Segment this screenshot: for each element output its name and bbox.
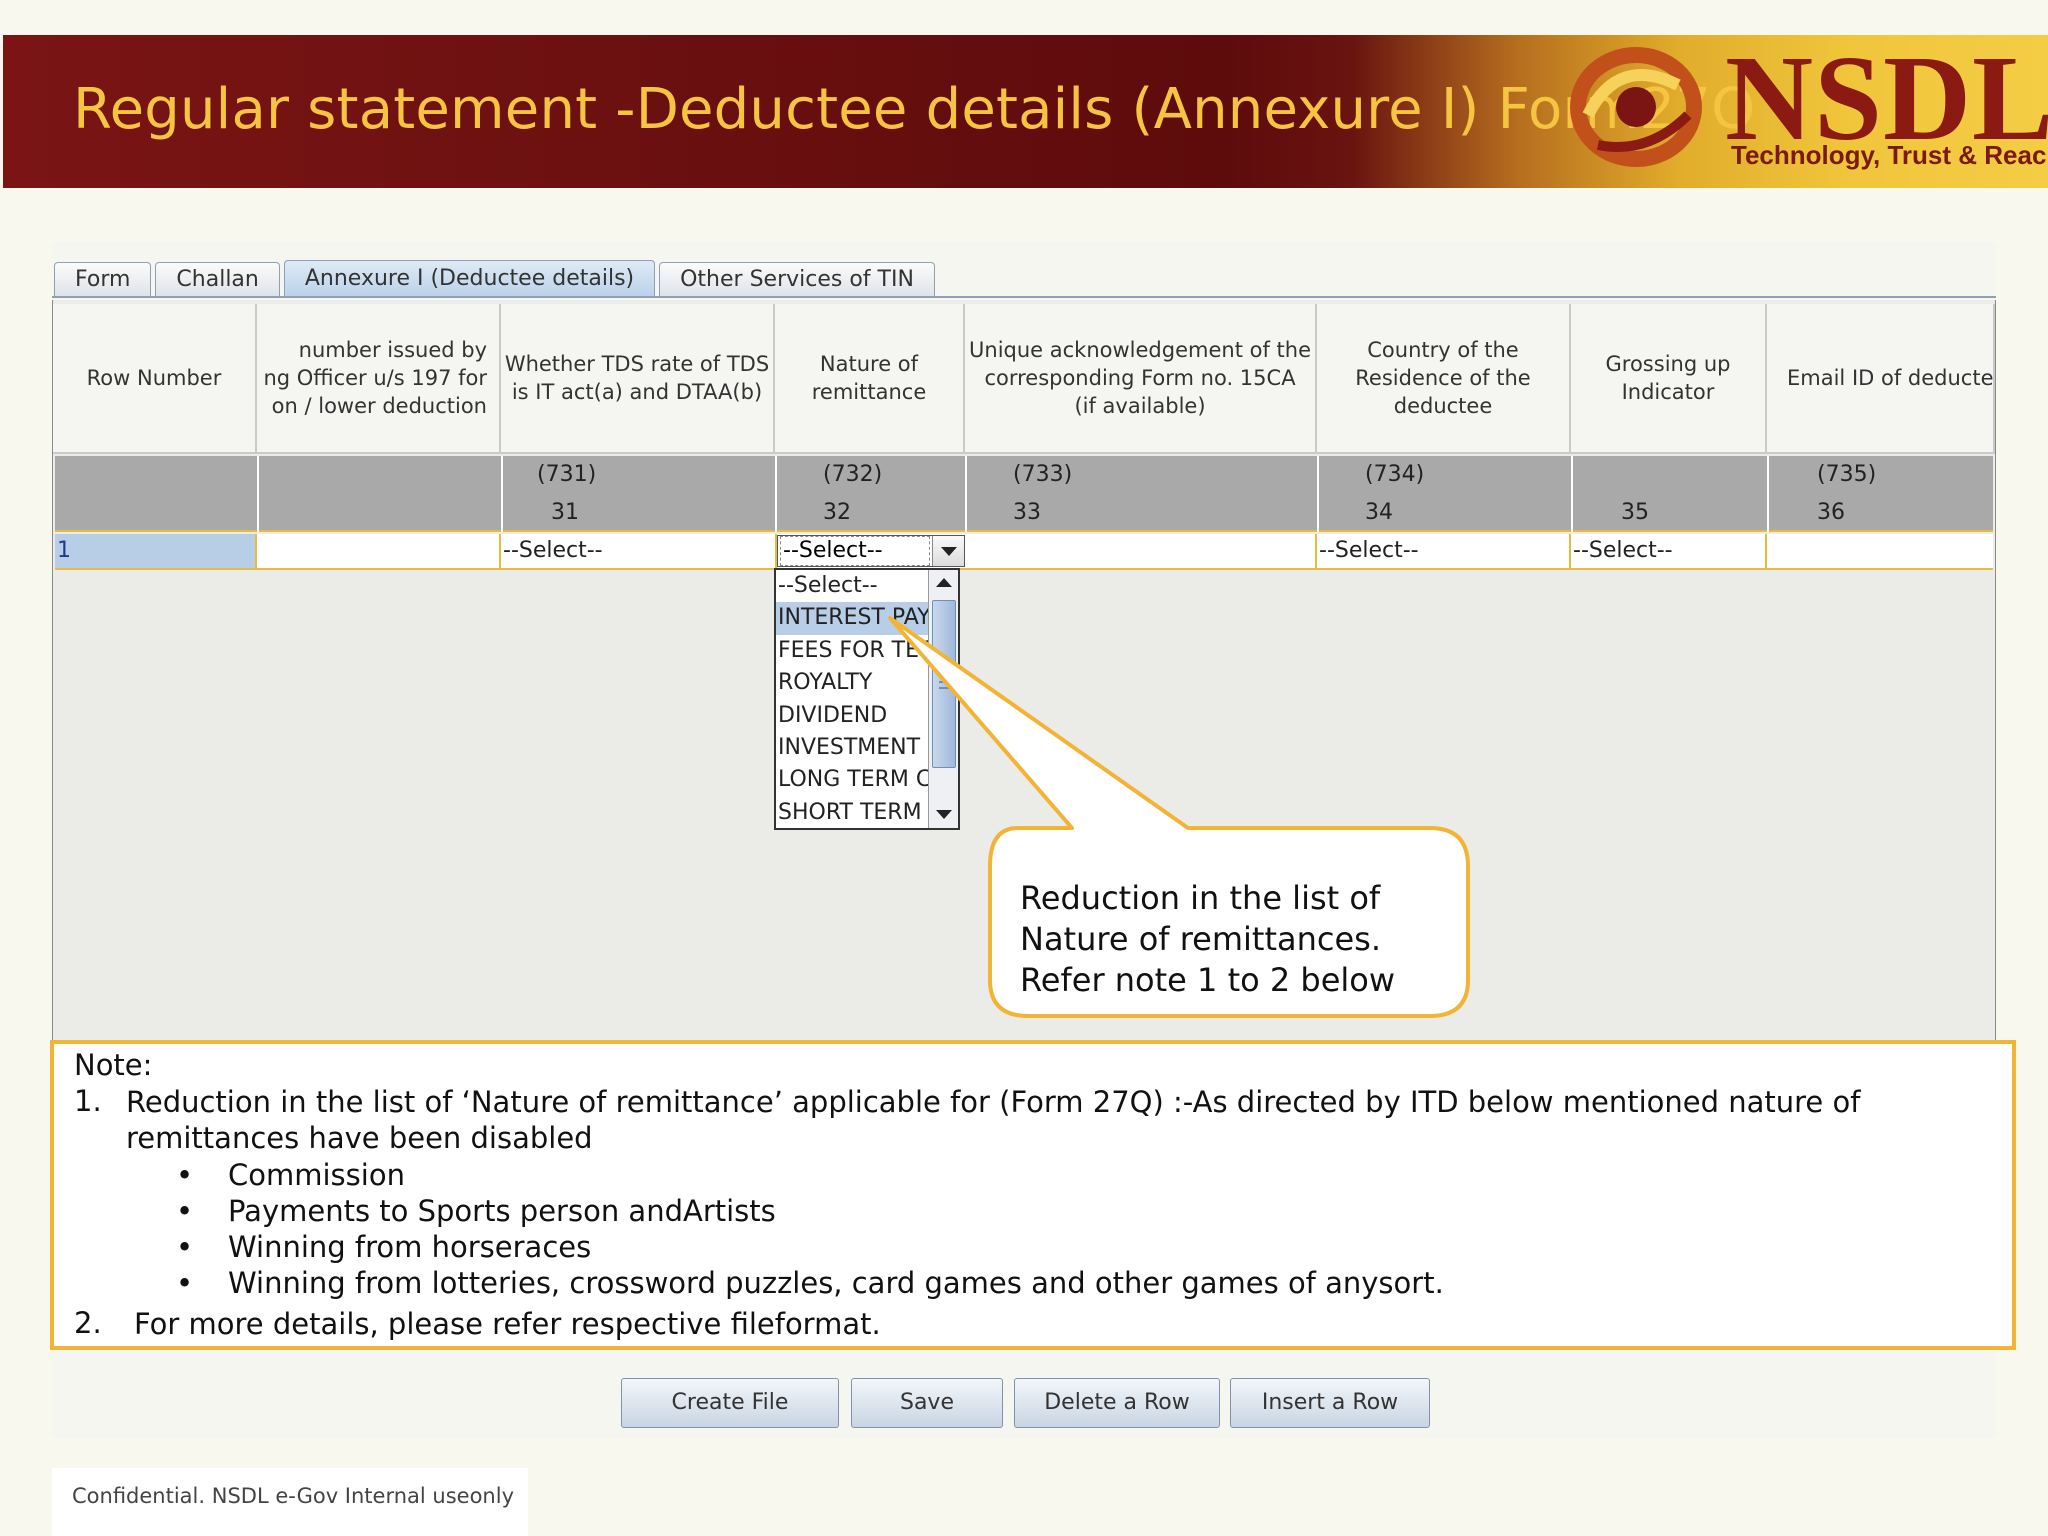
dropdown-option[interactable]: INVESTMENT <box>776 732 928 764</box>
insert-row-button[interactable]: Insert a Row <box>1230 1378 1430 1428</box>
bullet-icon: • <box>176 1194 194 1228</box>
tab-form[interactable]: Form <box>54 262 152 296</box>
note-item-text: Reduction in the list of ‘Nature of remi… <box>126 1085 1861 1155</box>
col-header-country-of-residence: Country of the Residence of the deductee <box>1317 304 1571 454</box>
scroll-down-icon[interactable] <box>934 804 954 824</box>
code-cell: (732) <box>823 462 883 487</box>
tab-underline <box>52 296 1996 298</box>
tab-challan[interactable]: Challan <box>155 262 280 296</box>
grossing-up-select[interactable]: --Select-- <box>1571 534 1767 568</box>
note-bullet: Commission <box>228 1158 405 1192</box>
note-bullet: Payments to Sports person andArtists <box>228 1194 776 1228</box>
note-item-text: For more details, please refer respectiv… <box>134 1307 881 1341</box>
dropdown-option[interactable]: FEES FOR TECHNICAL SERVICES <box>776 635 928 667</box>
nsdl-logo-icon <box>1570 47 1702 167</box>
page-title: Regular statement -Deductee details (Ann… <box>73 77 1756 142</box>
table-row: 1 --Select-- --Select-- --Select-- --Sel… <box>55 534 1993 570</box>
confidentiality-note: Confidential. NSDL e-Gov Internal useonl… <box>72 1484 515 1508</box>
tab-other-services[interactable]: Other Services of TIN <box>659 262 935 296</box>
column-divider <box>965 456 967 532</box>
tab-bar: Form Challan Annexure I (Deductee detail… <box>54 260 939 298</box>
code-cell: (731) <box>537 462 597 487</box>
scroll-up-icon[interactable] <box>934 574 954 594</box>
note-title: Note: <box>74 1048 153 1082</box>
action-button-bar: Create File Save Delete a Row Insert a R… <box>52 1350 1996 1438</box>
row-number-cell[interactable]: 1 <box>55 534 257 568</box>
code-cell: (733) <box>1013 462 1073 487</box>
col-header-certificate-number: number issued by ng Officer u/s 197 for … <box>257 304 501 454</box>
note-item-number: 2. <box>74 1306 102 1340</box>
number-cell: 32 <box>823 500 851 525</box>
bullet-icon: • <box>176 1158 194 1192</box>
dropdown-option[interactable]: --Select-- <box>776 570 928 602</box>
dropdown-option-selected[interactable]: INTEREST PAYMENT <box>776 602 928 635</box>
field-code-row: (731) (732) (733) (734) (735) <box>55 456 1993 494</box>
number-cell: 34 <box>1365 500 1393 525</box>
col-header-row-number: Row Number <box>53 304 257 454</box>
callout-line: Nature of remittances. <box>1020 920 1382 958</box>
country-select[interactable]: --Select-- <box>1317 534 1571 568</box>
column-divider <box>1767 456 1769 532</box>
column-divider <box>1571 456 1573 532</box>
bullet-icon: • <box>176 1266 194 1300</box>
column-divider <box>257 456 259 532</box>
grip-icon <box>939 681 949 689</box>
col-header-grossing-up: Grossing up Indicator <box>1571 304 1767 454</box>
dropdown-option[interactable]: SHORT TERM CAPITAL GAIN <box>776 797 928 828</box>
col-header-nature-of-remittance: Nature of remittance <box>775 304 965 454</box>
callout-line: Refer note 1 to 2 below <box>1020 961 1396 999</box>
nature-of-remittance-dropdown: --Select-- INTEREST PAYMENT FEES FOR TEC… <box>774 568 960 830</box>
number-cell: 36 <box>1817 500 1845 525</box>
dropdown-scrollbar[interactable] <box>928 570 958 828</box>
scroll-thumb[interactable] <box>932 600 956 768</box>
email-cell[interactable] <box>1767 534 1993 568</box>
note-bullet: Winning from lotteries, crossword puzzle… <box>228 1266 1444 1300</box>
number-cell: 35 <box>1621 500 1649 525</box>
chevron-down-icon[interactable] <box>932 536 964 566</box>
code-cell: (734) <box>1365 462 1425 487</box>
title-banner: Regular statement -Deductee details (Ann… <box>3 35 2048 188</box>
save-button[interactable]: Save <box>851 1378 1003 1428</box>
col-header-email: Email ID of deductee <box>1767 304 1995 454</box>
number-cell: 31 <box>551 500 579 525</box>
acknowledgement-cell[interactable] <box>965 534 1317 568</box>
brand-tagline: Technology, Trust & Reach <box>1731 140 2048 170</box>
footer: Confidential. NSDL e-Gov Internal useonl… <box>52 1468 528 1536</box>
create-file-button[interactable]: Create File <box>621 1378 839 1428</box>
column-divider <box>775 456 777 532</box>
dropdown-option[interactable]: ROYALTY <box>776 667 928 699</box>
column-divider <box>1317 456 1319 532</box>
certificate-number-cell[interactable] <box>257 534 501 568</box>
field-number-row: 31 32 33 34 35 36 <box>55 494 1993 532</box>
delete-row-button[interactable]: Delete a Row <box>1014 1378 1220 1428</box>
nature-of-remittance-select[interactable]: --Select-- <box>777 535 965 567</box>
col-header-15ca-acknowledgement: Unique acknowledgement of the correspond… <box>965 304 1317 454</box>
note-box: Note: 1. Reduction in the list of ‘Natur… <box>50 1040 2016 1350</box>
tds-rate-select[interactable]: --Select-- <box>501 534 777 568</box>
tab-annexure-i[interactable]: Annexure I (Deductee details) <box>283 260 656 296</box>
note-item-number: 1. <box>74 1084 102 1118</box>
dropdown-option[interactable]: DIVIDEND <box>776 700 928 732</box>
dropdown-option[interactable]: LONG TERM CAPITAL GAIN <box>776 764 928 796</box>
col-header-tds-rate: Whether TDS rate of TDS is IT act(a) and… <box>501 304 775 454</box>
column-divider <box>501 456 503 532</box>
callout-line: Reduction in the list of <box>1020 879 1381 917</box>
nature-select-value: --Select-- <box>780 536 930 566</box>
callout-text: Reduction in the list of Nature of remit… <box>1020 878 1440 1001</box>
note-bullet: Winning from horseraces <box>228 1230 592 1264</box>
code-cell: (735) <box>1817 462 1877 487</box>
bullet-icon: • <box>176 1230 194 1264</box>
number-cell: 33 <box>1013 500 1041 525</box>
